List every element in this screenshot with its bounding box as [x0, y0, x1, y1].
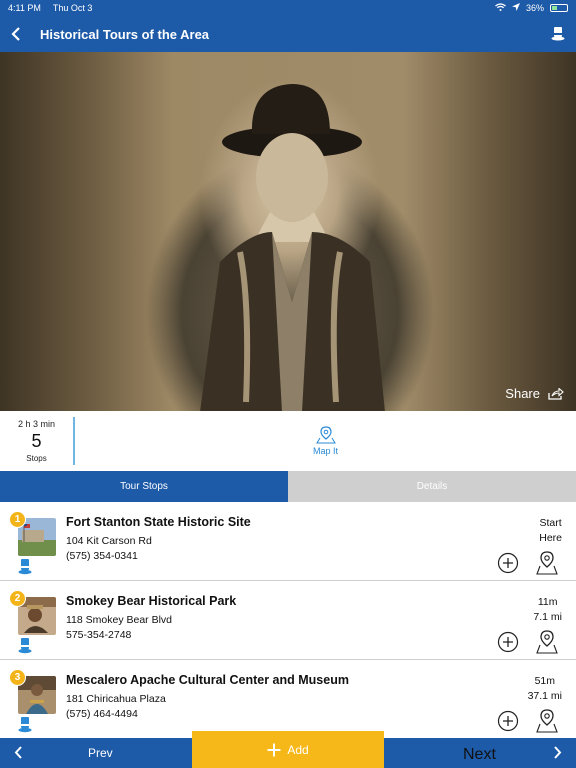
- tour-duration: 2 h 3 min: [17, 419, 56, 429]
- share-button[interactable]: Share: [505, 386, 564, 401]
- battery-percent: 36%: [525, 3, 544, 13]
- stop-distance: 51m 37.1 mi: [528, 674, 562, 704]
- tour-tabs: Tour Stops Details: [0, 471, 576, 502]
- stop-number-badge: 3: [9, 669, 26, 686]
- stop-phone[interactable]: (575) 354-0341: [66, 550, 138, 562]
- add-label: Add: [287, 742, 309, 757]
- status-bar: 4:11 PM Thu Oct 3 36%: [0, 0, 576, 16]
- portrait-figure: [200, 84, 385, 411]
- stop-address: 104 Kit Carson Rd: [66, 535, 152, 547]
- stop-distance-line1: 11m: [537, 596, 558, 608]
- add-plus-icon[interactable]: [497, 710, 519, 732]
- stop-distance-line2: 37.1 mi: [527, 690, 562, 702]
- list-item[interactable]: 3 Mescalero Apache Cultural Center and M…: [0, 660, 576, 739]
- add-plus-icon[interactable]: [497, 552, 519, 574]
- stop-distance: 11m 7.1 mi: [533, 595, 562, 625]
- wifi-icon: [495, 3, 506, 13]
- chevron-left-icon: [11, 27, 20, 41]
- duration-box: 2 h 3 min 5 Stops: [0, 417, 75, 465]
- stop-distance-line2: 7.1 mi: [533, 611, 562, 623]
- top-hat-icon: [18, 717, 32, 733]
- stop-number-badge: 1: [9, 511, 26, 528]
- stop-distance-line1: 51m: [534, 675, 555, 687]
- stop-name: Fort Stanton State Historic Site: [66, 515, 251, 529]
- stops-label: Stops: [26, 454, 47, 463]
- status-date: Thu Oct 3: [52, 3, 93, 13]
- stop-distance-line2: Here: [539, 532, 562, 544]
- tour-guide-button[interactable]: [540, 16, 576, 52]
- top-hat-icon: [18, 638, 32, 654]
- page-title: Historical Tours of the Area: [40, 26, 210, 42]
- map-pin-icon[interactable]: [535, 629, 559, 655]
- stop-name: Mescalero Apache Cultural Center and Mus…: [66, 673, 349, 687]
- stop-address: 118 Smokey Bear Blvd: [66, 614, 173, 626]
- location-arrow-icon: [511, 3, 520, 13]
- plus-icon: [267, 743, 281, 756]
- stop-phone[interactable]: (575) 464-4494: [66, 708, 138, 720]
- prev-label: Prev: [88, 746, 113, 760]
- map-pin-icon: [315, 426, 336, 444]
- map-pin-icon[interactable]: [535, 708, 559, 734]
- share-label: Share: [505, 386, 540, 401]
- map-it-label: Map It: [312, 446, 338, 456]
- add-button[interactable]: Add: [192, 731, 384, 768]
- chevron-right-icon: [554, 746, 562, 759]
- battery-icon: [550, 4, 568, 12]
- tour-stats: 2 h 3 min 5 Stops Map It: [0, 411, 576, 471]
- share-icon: [548, 387, 564, 400]
- chevron-left-icon: [14, 746, 22, 759]
- nav-bar: Historical Tours of the Area: [0, 16, 576, 52]
- stop-distance: Start Here: [539, 516, 562, 546]
- tab-tour-stops[interactable]: Tour Stops: [0, 471, 288, 502]
- stop-number-badge: 2: [9, 590, 26, 607]
- stop-distance-line1: Start: [539, 517, 562, 529]
- prev-button[interactable]: Prev: [0, 738, 192, 768]
- tour-hero-image: Share: [0, 52, 576, 411]
- stop-address: 181 Chiricahua Plaza: [66, 693, 166, 705]
- status-time: 4:11 PM: [8, 3, 41, 13]
- map-pin-icon[interactable]: [535, 550, 559, 576]
- next-label: Next: [463, 746, 496, 763]
- list-item[interactable]: 1 Fort Stanton State Historic Site 104 K…: [0, 502, 576, 581]
- map-it-button[interactable]: Map It: [75, 411, 576, 471]
- top-hat-icon: [18, 559, 32, 575]
- stop-phone[interactable]: 575-354-2748: [66, 629, 131, 641]
- stop-name: Smokey Bear Historical Park: [66, 594, 237, 608]
- back-button[interactable]: [0, 16, 32, 52]
- add-plus-icon[interactable]: [497, 631, 519, 653]
- top-hat-icon: [551, 27, 565, 41]
- tab-details[interactable]: Details: [288, 471, 576, 502]
- stop-count: 5: [31, 431, 42, 451]
- list-item[interactable]: 2 Smokey Bear Historical Park 118 Smokey…: [0, 581, 576, 660]
- next-button[interactable]: Next: [384, 738, 576, 768]
